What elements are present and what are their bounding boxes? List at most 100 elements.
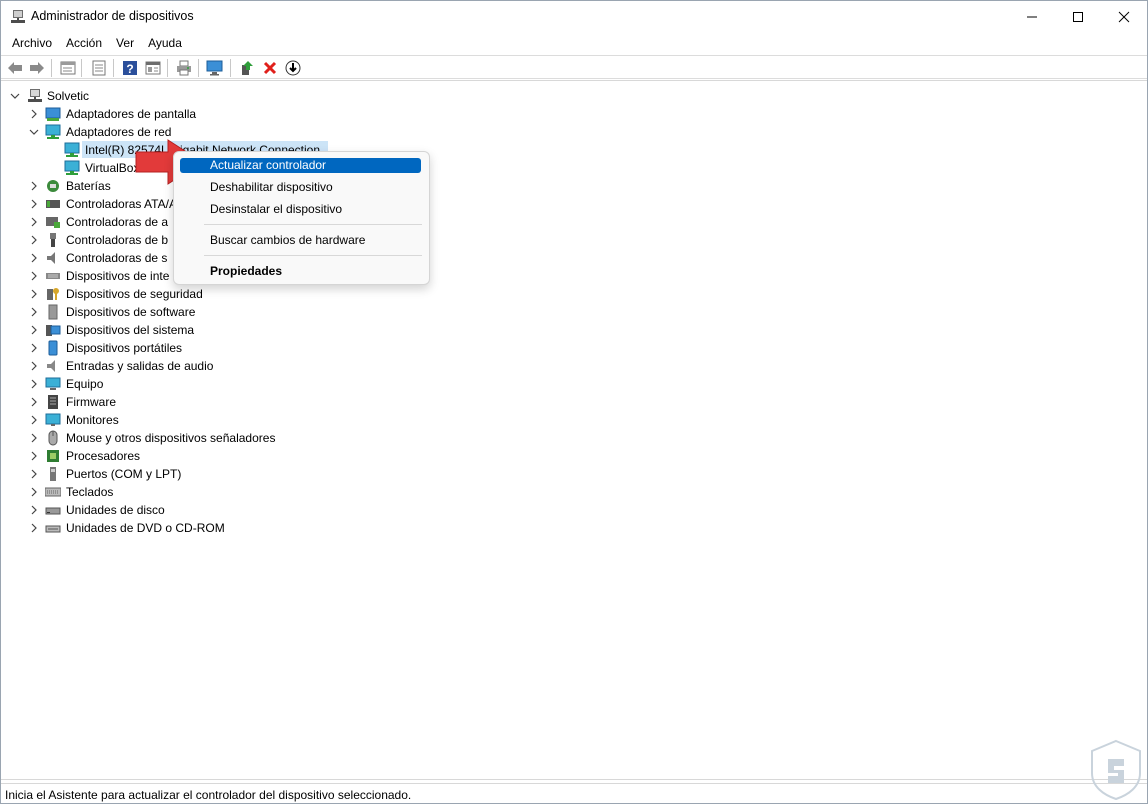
menu-separator (204, 255, 422, 256)
tree-item-label: Adaptadores de pantalla (66, 107, 197, 121)
chevron-right-icon[interactable] (29, 343, 39, 353)
toolbar-separator (113, 59, 114, 77)
list-icon (92, 60, 106, 76)
uninstall-icon (263, 61, 277, 75)
print-icon (177, 60, 191, 76)
usb-icon (50, 233, 56, 247)
menu-ver[interactable]: Ver (109, 32, 141, 54)
menu-properties[interactable]: Propiedades (180, 264, 421, 279)
forward-icon (30, 62, 44, 74)
tree-item-label: Controladoras ATA/A (66, 197, 177, 211)
chevron-down-icon[interactable] (10, 91, 20, 101)
menu-update-driver[interactable]: Actualizar controlador (180, 158, 421, 173)
menu-ayuda[interactable]: Ayuda (141, 32, 189, 54)
menu-scan-hardware[interactable]: Buscar cambios de hardware (180, 233, 421, 248)
tree-item-label: Firmware (66, 395, 116, 409)
window-title: Administrador de dispositivos (31, 9, 194, 23)
monitor-icon (45, 413, 61, 426)
chevron-right-icon[interactable] (29, 199, 39, 209)
status-text: Inicia el Asistente para actualizar el c… (5, 788, 412, 802)
chevron-right-icon[interactable] (29, 487, 39, 497)
chevron-right-icon[interactable] (29, 433, 39, 443)
scan-hardware-button[interactable] (206, 59, 224, 77)
enable-device-button[interactable] (238, 59, 256, 77)
enable-device-icon (242, 61, 253, 75)
menu-uninstall-device[interactable]: Desinstalar el dispositivo (180, 202, 421, 217)
menu-accion[interactable]: Acción (59, 32, 109, 54)
chevron-right-icon[interactable] (29, 109, 39, 119)
chevron-right-icon[interactable] (29, 289, 39, 299)
keyboard-icon (45, 487, 61, 497)
close-button[interactable] (1101, 1, 1147, 32)
forward-button[interactable] (28, 59, 46, 77)
minimize-icon (1027, 16, 1037, 17)
network-card-icon (64, 142, 80, 157)
chevron-right-icon[interactable] (29, 397, 39, 407)
chevron-right-icon[interactable] (29, 523, 39, 533)
menu-disable-device[interactable]: Deshabilitar dispositivo (180, 180, 421, 195)
software-device-icon (48, 304, 58, 320)
tree-item-label: Teclados (66, 485, 114, 499)
chevron-right-icon[interactable] (29, 271, 39, 281)
status-bar: Inicia el Asistente para actualizar el c… (1, 783, 1147, 803)
tree-item-label: Dispositivos de inte (66, 269, 170, 283)
toolbar-separator (198, 59, 199, 77)
tree-root-label: Solvetic (47, 89, 90, 103)
tree-item-label: Unidades de disco (66, 503, 165, 517)
list-button[interactable] (90, 59, 108, 77)
tree-item-label: Procesadores (66, 449, 141, 463)
chevron-right-icon[interactable] (29, 325, 39, 335)
tree-item-label: Unidades de DVD o CD-ROM (66, 521, 225, 535)
port-icon (50, 467, 56, 481)
chevron-right-icon[interactable] (29, 307, 39, 317)
ide-controller-icon (46, 200, 60, 208)
chevron-right-icon[interactable] (29, 469, 39, 479)
svg-text:?: ? (126, 62, 133, 76)
chevron-right-icon[interactable] (29, 181, 39, 191)
uninstall-device-button[interactable] (261, 59, 279, 77)
details-icon (145, 61, 161, 75)
network-card-icon (64, 160, 80, 175)
maximize-button[interactable] (1055, 1, 1101, 32)
menu-bar: Archivo Acción Ver Ayuda (1, 32, 1147, 54)
chevron-down-icon[interactable] (29, 127, 39, 137)
menu-archivo[interactable]: Archivo (5, 32, 59, 54)
context-menu: Actualizar controlador Deshabilitar disp… (173, 151, 430, 285)
processor-icon (47, 450, 59, 462)
computer-root-icon (28, 89, 42, 102)
network-adapter-icon (45, 124, 61, 139)
update-driver-button[interactable] (284, 59, 302, 77)
battery-icon (47, 180, 59, 192)
chevron-right-icon[interactable] (29, 361, 39, 371)
properties-view-icon (60, 61, 76, 75)
chevron-right-icon[interactable] (29, 235, 39, 245)
help-button[interactable]: ? (121, 59, 139, 77)
chevron-right-icon[interactable] (29, 253, 39, 263)
tree-item-label: Dispositivos del sistema (66, 323, 195, 337)
chevron-right-icon[interactable] (29, 379, 39, 389)
print-button[interactable] (175, 59, 193, 77)
chevron-right-icon[interactable] (29, 217, 39, 227)
chevron-right-icon[interactable] (29, 415, 39, 425)
maximize-icon (1073, 11, 1083, 22)
tree-item-label: Monitores (66, 413, 119, 427)
tree-item-label: Controladoras de b (66, 233, 169, 247)
hid-icon (46, 273, 60, 279)
toolbar-separator (81, 59, 82, 77)
device-manager-window: Administrador de dispositivos Archivo Ac… (0, 0, 1148, 804)
sound-icon (47, 252, 55, 264)
firmware-icon (48, 395, 58, 409)
chevron-right-icon[interactable] (29, 451, 39, 461)
back-icon (8, 62, 22, 74)
minimize-button[interactable] (1009, 1, 1055, 32)
title-bar: Administrador de dispositivos (1, 1, 1147, 32)
menu-separator (204, 224, 422, 225)
close-icon (1118, 11, 1130, 22)
tree-item-label: Entradas y salidas de audio (66, 359, 214, 373)
mouse-icon (48, 430, 58, 446)
back-button[interactable] (6, 59, 24, 77)
toolbar-separator (167, 59, 168, 77)
chevron-right-icon[interactable] (29, 505, 39, 515)
properties-view-button[interactable] (59, 59, 77, 77)
details-button[interactable] (144, 59, 162, 77)
